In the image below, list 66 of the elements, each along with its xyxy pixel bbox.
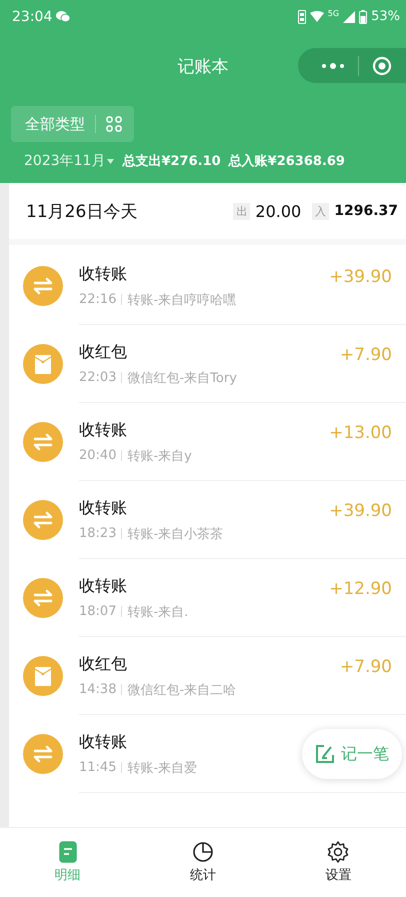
nav-tab[interactable]: 设置: [270, 828, 406, 897]
document-icon: [58, 841, 78, 863]
record-item[interactable]: 收转账 18:23 转账-来自小茶茶 +39.90: [9, 481, 406, 559]
battery-level: 53%: [371, 9, 400, 24]
record-amount: +39.90: [329, 501, 392, 521]
record-item[interactable]: 收红包 14:38 微信红包-来自二哈 +7.90: [9, 637, 406, 715]
settings-icon: [327, 841, 350, 863]
caret-icon: [107, 158, 114, 164]
nav-tab[interactable]: 统计: [135, 828, 271, 897]
in-tag: 入: [312, 202, 330, 220]
record-time: 14:38: [79, 682, 116, 697]
grid-icon: [106, 116, 122, 132]
envelope-icon: [23, 344, 63, 384]
record-note: 转账-来自哼哼哈嘿: [127, 292, 236, 308]
battery-icon: [359, 10, 368, 24]
record-title: 收转账: [79, 576, 128, 596]
total-income: 总入账¥26368.69: [228, 152, 345, 170]
pie-chart-icon: [192, 841, 214, 863]
record-amount: +39.90: [329, 267, 392, 287]
record-note: 微信红包-来自二哈: [127, 682, 236, 698]
transfer-icon: [23, 422, 63, 462]
network-label: 5G: [328, 9, 340, 18]
record-time: 18:23: [79, 526, 116, 541]
status-time: 23:04: [12, 8, 52, 24]
record-title: 收红包: [79, 342, 128, 362]
edit-icon: [315, 744, 335, 764]
day-income: 1296.37: [334, 203, 398, 219]
close-icon[interactable]: [372, 56, 392, 76]
record-time: 22:03: [79, 370, 116, 385]
transfer-icon: [23, 500, 63, 540]
record-item[interactable]: 收转账 20:40 转账-来自y +13.00: [9, 403, 406, 481]
record-note: 转账-来自爱: [127, 760, 198, 776]
record-note: 转账-来自y: [127, 448, 192, 464]
record-title: 收转账: [79, 420, 128, 440]
record-title: 收转账: [79, 498, 128, 518]
record-title: 收转账: [79, 732, 128, 752]
record-note: 转账-来自.: [127, 604, 188, 620]
signal-icon: [343, 10, 356, 22]
wifi-icon: [310, 11, 324, 22]
transfer-icon: [23, 734, 63, 774]
transfer-icon: [23, 266, 63, 306]
envelope-icon: [23, 656, 63, 696]
record-note: 转账-来自小茶茶: [127, 526, 224, 542]
record-title: 收转账: [79, 264, 128, 284]
record-item[interactable]: 收红包 22:03 微信红包-来自Tory +7.90: [9, 325, 406, 403]
record-amount: +13.00: [329, 423, 392, 443]
record-amount: +7.90: [340, 657, 392, 677]
out-tag: 出: [233, 202, 250, 220]
record-title: 收红包: [79, 654, 128, 674]
record-amount: +12.90: [329, 579, 392, 599]
record-amount: +7.90: [340, 345, 392, 365]
record-time: 20:40: [79, 448, 116, 463]
record-time: 18:07: [79, 604, 116, 619]
day-expense: 20.00: [255, 202, 302, 220]
chat-icon: [56, 11, 70, 22]
record-time: 11:45: [79, 760, 116, 775]
more-icon[interactable]: [320, 62, 344, 70]
transfer-icon: [23, 578, 63, 618]
record-time: 22:16: [79, 292, 116, 307]
day-date: 11月26日今天: [26, 200, 138, 222]
sim-icon: [298, 10, 306, 24]
record-item[interactable]: 收转账 22:16 转账-来自哼哼哈嘿 +39.90: [9, 247, 406, 325]
total-expense: 总支出¥276.10: [122, 153, 221, 170]
record-note: 微信红包-来自Tory: [127, 370, 237, 386]
record-item[interactable]: 收转账 18:07 转账-来自. +12.90: [9, 559, 406, 637]
page-title: 记账本: [178, 56, 228, 78]
